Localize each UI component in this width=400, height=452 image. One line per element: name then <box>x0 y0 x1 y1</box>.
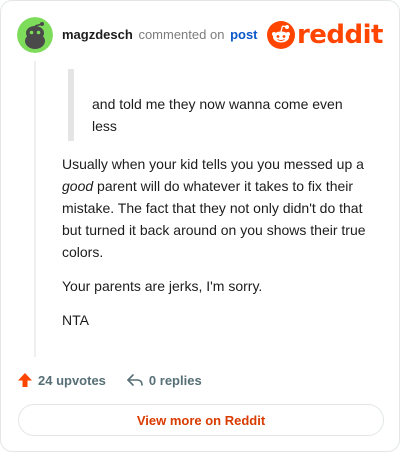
para1-emphasis: good <box>62 178 94 194</box>
comment-body: Usually when your kid tells you you mess… <box>62 153 382 343</box>
reply-count: 0 replies <box>148 372 202 388</box>
comment-header: magzdesch commented on post reddit <box>17 15 384 55</box>
comment-actions: 24 upvotes 0 replies <box>17 369 222 391</box>
comment-meta: magzdesch commented on post <box>62 27 258 42</box>
para1-before: Usually when your kid tells you you mess… <box>62 156 364 172</box>
comment-paragraph-1: Usually when your kid tells you you mess… <box>62 153 382 263</box>
upvote-button[interactable]: 24 upvotes <box>17 372 106 388</box>
reply-button[interactable]: 0 replies <box>126 372 202 388</box>
upvote-count: 24 upvotes <box>38 372 106 388</box>
quote-text: and told me they now wanna come even les… <box>92 96 343 134</box>
action-text: commented on <box>138 27 225 42</box>
para1-after: parent will do whatever it takes to fix … <box>62 178 366 260</box>
quote-block: and told me they now wanna come even les… <box>68 69 368 141</box>
reddit-logo-icon <box>266 21 295 49</box>
reddit-logo[interactable]: reddit <box>266 19 384 51</box>
author-name[interactable]: magzdesch <box>62 27 133 42</box>
comment-paragraph-3: NTA <box>62 312 89 328</box>
comment-paragraph-2: Your parents are jerks, I'm sorry. <box>62 278 263 294</box>
avatar-icon[interactable] <box>17 17 53 53</box>
view-more-button[interactable]: View more on Reddit <box>18 404 384 436</box>
reddit-wordmark: reddit <box>296 20 384 50</box>
reply-arrow-icon <box>127 374 143 386</box>
thread-line <box>34 61 36 357</box>
upvote-arrow-icon <box>18 373 32 387</box>
post-link[interactable]: post <box>230 27 257 42</box>
comment-embed-card: magzdesch commented on post reddit and t… <box>0 0 400 452</box>
